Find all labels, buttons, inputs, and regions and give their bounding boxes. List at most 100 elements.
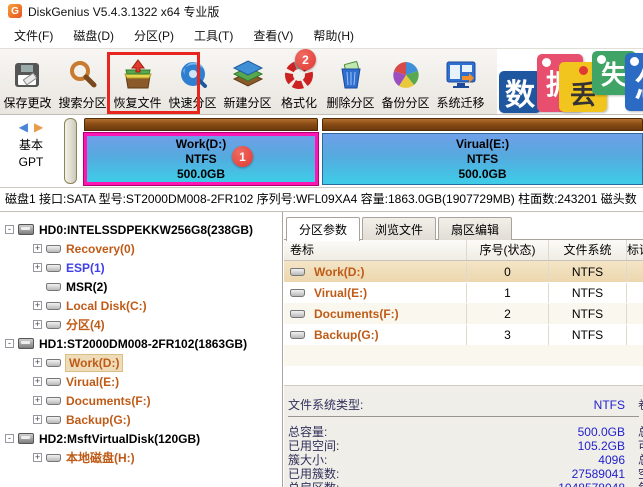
- table-row-backup-g[interactable]: Backup(G:) 3 NTFS: [284, 324, 643, 345]
- table-row-empty: [284, 366, 643, 387]
- recover-files-button[interactable]: 恢复文件: [110, 49, 165, 114]
- menu-tools[interactable]: 工具(T): [184, 23, 243, 48]
- new-partition-button[interactable]: 新建分区: [220, 49, 275, 114]
- tab-sector-edit[interactable]: 扇区编辑: [438, 217, 513, 240]
- tree-item-documents-f[interactable]: + Documents(F:): [0, 391, 282, 410]
- disk-nav: ◀ ▶ 基本 GPT: [0, 115, 62, 187]
- detail-used-clusters: 已用簇数: 27589041 空: [288, 467, 643, 481]
- expand-icon[interactable]: +: [33, 415, 42, 424]
- table-row-work-d[interactable]: Work(D:) 0 NTFS: [284, 261, 643, 282]
- cell-seq: 2: [467, 303, 549, 324]
- ad-tile: 数: [499, 71, 541, 113]
- menu-help[interactable]: 帮助(H): [303, 23, 364, 48]
- detail-cut-label: 空: [638, 467, 643, 481]
- collapse-icon[interactable]: -: [5, 339, 14, 348]
- disk-strip: [84, 118, 318, 131]
- cell-volume: Virual(E:): [314, 285, 368, 300]
- header-seq-status[interactable]: 序号(状态): [467, 240, 549, 260]
- ad-tile: 怎: [625, 53, 643, 111]
- tree-label: ESP(1): [66, 260, 105, 275]
- tree-item-hd0[interactable]: - HD0:INTELSSDPEKKW256G8(238GB): [0, 220, 282, 239]
- menu-partition[interactable]: 分区(P): [124, 23, 184, 48]
- app-logo-icon: G: [8, 4, 22, 18]
- toolbar-label: 搜索分区: [58, 96, 107, 110]
- partition-icon: [46, 358, 61, 367]
- partition-graph-panel: ◀ ▶ 基本 GPT Work(D:) NTFS 500.0GB 1 Virua…: [0, 115, 643, 188]
- partition-icon: [46, 415, 61, 424]
- format-ring-icon: [281, 56, 317, 94]
- cell-fs: NTFS: [549, 261, 627, 282]
- cell-volume: Documents(F:): [314, 306, 399, 321]
- detail-label: 文件系统类型:: [288, 398, 364, 412]
- prev-disk-arrow-icon[interactable]: ◀: [19, 120, 28, 134]
- expand-icon[interactable]: +: [33, 244, 42, 253]
- partition-icon: [46, 282, 61, 291]
- harddisk-icon: [18, 224, 34, 235]
- cell-seq: 3: [467, 324, 549, 345]
- expand-icon[interactable]: +: [33, 396, 42, 405]
- expand-icon[interactable]: +: [33, 453, 42, 462]
- collapse-icon[interactable]: -: [5, 225, 14, 234]
- delete-partition-button[interactable]: 删除分区: [323, 49, 378, 114]
- tree-label: 本地磁盘(H:): [66, 451, 135, 465]
- table-row-virual-e[interactable]: Virual(E:) 1 NTFS: [284, 282, 643, 303]
- save-changes-button[interactable]: 保存更改: [0, 49, 55, 114]
- tree-label: Documents(F:): [66, 393, 151, 408]
- expand-icon[interactable]: +: [33, 263, 42, 272]
- partition-block-work-d[interactable]: Work(D:) NTFS 500.0GB: [83, 132, 319, 186]
- tree-label: Virual(E:): [66, 374, 120, 389]
- header-flag[interactable]: 标识: [627, 240, 643, 260]
- menu-file[interactable]: 文件(F): [4, 23, 63, 48]
- expand-icon[interactable]: +: [33, 377, 42, 386]
- tree-item-local-disk-h[interactable]: + 本地磁盘(H:): [0, 448, 282, 467]
- backup-partition-button[interactable]: 备份分区: [378, 49, 433, 114]
- expand-icon[interactable]: +: [33, 358, 42, 367]
- partition-block-virual-e[interactable]: Virual(E:) NTFS 500.0GB: [322, 133, 643, 185]
- tree-item-fenqu4[interactable]: + 分区(4): [0, 315, 282, 334]
- format-button[interactable]: 格式化: [275, 49, 323, 114]
- cell-volume: Backup(G:): [314, 327, 379, 342]
- tree-item-backup-g[interactable]: + Backup(G:): [0, 410, 282, 429]
- right-panel: 分区参数 浏览文件 扇区编辑 卷标 序号(状态) 文件系统 标识 Work(D:…: [284, 212, 643, 487]
- tree-item-esp[interactable]: + ESP(1): [0, 258, 282, 277]
- table-row-empty: [284, 345, 643, 366]
- collapse-icon[interactable]: -: [5, 434, 14, 443]
- toolbar-label: 新建分区: [223, 96, 272, 110]
- tree-label: 分区(4): [66, 318, 105, 332]
- tree-item-local-disk-c[interactable]: + Local Disk(C:): [0, 296, 282, 315]
- annotation-badge-1: 1: [232, 146, 253, 167]
- tree-item-hd2[interactable]: - HD2:MsftVirtualDisk(120GB): [0, 429, 282, 448]
- header-volume-label[interactable]: 卷标: [284, 240, 467, 260]
- detail-cut-label: 总: [638, 425, 643, 439]
- tree-item-recovery[interactable]: + Recovery(0): [0, 239, 282, 258]
- magnifier-icon: [65, 56, 101, 94]
- trash-icon: [333, 56, 369, 94]
- table-row-documents-f[interactable]: Documents(F:) 2 NTFS: [284, 303, 643, 324]
- tree-item-hd1[interactable]: - HD1:ST2000DM008-2FR102(1863GB): [0, 334, 282, 353]
- search-partition-button[interactable]: 搜索分区: [55, 49, 110, 114]
- menu-view[interactable]: 查看(V): [243, 23, 303, 48]
- toolbar-label: 系统迁移: [436, 96, 485, 110]
- expand-icon[interactable]: +: [33, 320, 42, 329]
- diskgenius-window: G DiskGenius V5.4.3.1322 x64 专业版 文件(F) 磁…: [0, 0, 643, 487]
- header-file-system[interactable]: 文件系统: [549, 240, 627, 260]
- menu-disk[interactable]: 磁盘(D): [63, 23, 124, 48]
- next-disk-arrow-icon[interactable]: ▶: [34, 120, 43, 134]
- tree-item-msr[interactable]: MSR(2): [0, 277, 282, 296]
- tab-partition-params[interactable]: 分区参数: [286, 217, 361, 241]
- tree-item-virual-e[interactable]: + Virual(E:): [0, 372, 282, 391]
- detail-cut-label: 卷: [638, 398, 643, 412]
- detail-cut-label: 可: [638, 439, 643, 453]
- cell-fs: NTFS: [549, 282, 627, 303]
- tab-browse-files[interactable]: 浏览文件: [362, 217, 437, 240]
- expand-icon[interactable]: +: [33, 301, 42, 310]
- partition-fs: NTFS: [466, 151, 499, 166]
- partition-details: 文件系统类型: NTFS 卷 总容量: 500.0GB 总 已用空间: 105.…: [284, 385, 643, 487]
- system-migration-button[interactable]: 系统迁移: [433, 49, 488, 114]
- quick-partition-button[interactable]: 快速分区: [165, 49, 220, 114]
- ad-banner[interactable]: 数 据 丢 失 怎: [497, 49, 643, 114]
- harddisk-icon: [18, 338, 34, 349]
- pie-icon: [388, 56, 424, 94]
- disk-scrollbar[interactable]: [64, 118, 77, 184]
- tree-item-work-d[interactable]: + Work(D:): [0, 353, 282, 372]
